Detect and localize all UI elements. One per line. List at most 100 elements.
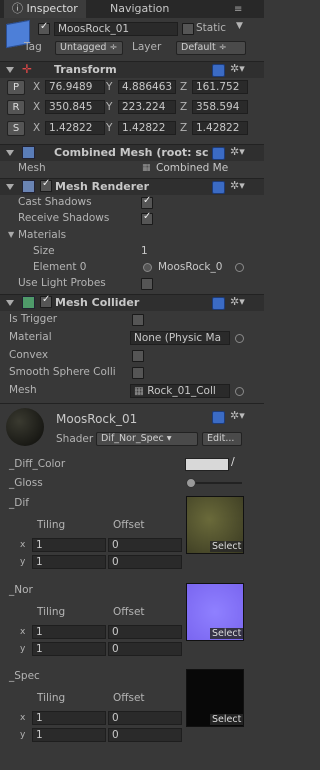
- gloss-slider-track[interactable]: [190, 482, 242, 484]
- spec-tiling-y-field[interactable]: 1: [32, 728, 106, 742]
- smooth-sphere-checkbox[interactable]: [132, 367, 144, 379]
- convex-checkbox[interactable]: [132, 350, 144, 362]
- nor-offset-x-field[interactable]: 0: [108, 625, 182, 639]
- tab-inspector[interactable]: ⓘ Inspector: [4, 0, 86, 18]
- scale-x-label: X: [33, 122, 41, 134]
- combined-mesh-value[interactable]: Combined Me: [156, 161, 236, 175]
- tab-navigation[interactable]: Navigation: [102, 0, 177, 18]
- gear-icon[interactable]: ✲▾: [230, 146, 245, 158]
- mesh-renderer-foldout-arrow-icon[interactable]: [6, 184, 14, 190]
- nor-tiling-y-field[interactable]: 1: [32, 642, 106, 656]
- physic-material-field[interactable]: None (Physic Ma: [130, 331, 230, 345]
- tab-menu-icon[interactable]: ≡: [234, 4, 242, 15]
- help-book-icon[interactable]: [212, 297, 225, 310]
- object-picker-icon[interactable]: [235, 263, 244, 272]
- is-trigger-checkbox[interactable]: [132, 314, 144, 326]
- mesh-collider-icon: [22, 296, 35, 309]
- help-book-icon[interactable]: [212, 64, 225, 77]
- light-probes-checkbox[interactable]: [141, 278, 153, 290]
- mesh-collider-foldout-arrow-icon[interactable]: [6, 300, 14, 306]
- material-name: MoosRock_01: [56, 412, 138, 426]
- scale-button[interactable]: S: [7, 121, 25, 136]
- rot-y-field[interactable]: 223.224: [118, 100, 176, 114]
- dif-select-button[interactable]: Select: [210, 541, 244, 552]
- pos-z-field[interactable]: 161.752: [192, 80, 248, 94]
- nor-offset-label: Offset: [113, 606, 145, 618]
- materials-label: Materials: [18, 229, 67, 241]
- pos-x-field[interactable]: 76.9489: [45, 80, 105, 94]
- spec-tiling-label: Tiling: [37, 692, 66, 704]
- spec-select-button[interactable]: Select: [210, 714, 244, 725]
- combined-mesh-mesh-label: Mesh: [18, 162, 46, 174]
- object-picker-icon[interactable]: [235, 334, 244, 343]
- shader-dropdown[interactable]: Dif_Nor_Spec ▾: [96, 432, 198, 446]
- dif-texture-label: _Dif: [9, 497, 29, 509]
- help-book-icon[interactable]: [212, 411, 225, 424]
- static-dropdown-arrow-icon[interactable]: ▼: [236, 21, 243, 31]
- materials-size-value[interactable]: 1: [141, 244, 148, 258]
- gear-icon[interactable]: ✲▾: [230, 296, 245, 308]
- nor-tiling-x-field[interactable]: 1: [32, 625, 106, 639]
- pos-x-label: X: [33, 81, 41, 93]
- position-button[interactable]: P: [7, 80, 25, 95]
- receive-shadows-checkbox[interactable]: [141, 211, 153, 225]
- info-icon: ⓘ: [12, 2, 27, 15]
- diff-color-swatch[interactable]: [185, 458, 229, 471]
- eyedropper-icon[interactable]: ∕: [231, 455, 235, 468]
- rot-x-label: X: [33, 101, 41, 113]
- mesh-renderer-enabled-checkbox[interactable]: [40, 178, 52, 192]
- rot-y-label: Y: [106, 101, 113, 113]
- mesh-grid-icon: ▦: [134, 385, 148, 397]
- transform-foldout-arrow-icon[interactable]: [6, 67, 14, 73]
- layer-dropdown[interactable]: Default ÷: [176, 41, 246, 55]
- edit-shader-button[interactable]: Edit...: [202, 432, 242, 446]
- gear-icon[interactable]: ✲▾: [230, 63, 245, 75]
- dif-offset-x-field[interactable]: 0: [108, 538, 182, 552]
- spec-texture-label: _Spec: [9, 670, 40, 682]
- scale-z-field[interactable]: 1.42822: [192, 121, 248, 135]
- dif-offset-y-field[interactable]: 0: [108, 555, 182, 569]
- collider-mesh-label: Mesh: [9, 384, 37, 396]
- collider-mesh-field[interactable]: ▦ Rock_01_Coll: [130, 384, 230, 398]
- spec-offset-y-field[interactable]: 0: [108, 728, 182, 742]
- element0-value[interactable]: MoosRock_0: [158, 260, 230, 274]
- nor-select-button[interactable]: Select: [210, 628, 244, 639]
- element0-label: Element 0: [33, 261, 87, 273]
- script-icon: [22, 146, 35, 159]
- spec-offset-x-field[interactable]: 0: [108, 711, 182, 725]
- convex-label: Convex: [9, 349, 49, 361]
- help-book-icon[interactable]: [212, 181, 225, 194]
- dif-tiling-y-field[interactable]: 1: [32, 555, 106, 569]
- nor-offset-y-field[interactable]: 0: [108, 642, 182, 656]
- tag-dropdown[interactable]: Untagged ÷: [55, 41, 123, 55]
- rot-x-field[interactable]: 350.845: [45, 100, 105, 114]
- combined-mesh-foldout-arrow-icon[interactable]: [6, 150, 14, 156]
- object-name-field[interactable]: MoosRock_01: [54, 22, 178, 36]
- pos-z-label: Z: [180, 81, 188, 93]
- gear-icon[interactable]: ✲▾: [230, 410, 245, 422]
- scale-x-field[interactable]: 1.42822: [45, 121, 105, 135]
- dif-tiling-label: Tiling: [37, 519, 66, 531]
- help-book-icon[interactable]: [212, 147, 225, 160]
- mesh-collider-enabled-checkbox[interactable]: [40, 294, 52, 308]
- pos-y-field[interactable]: 4.886463: [118, 80, 176, 94]
- object-picker-icon[interactable]: [235, 387, 244, 396]
- nor-texture-label: _Nor: [9, 584, 33, 596]
- mesh-renderer-title: Mesh Renderer: [55, 180, 150, 193]
- scale-y-field[interactable]: 1.42822: [118, 121, 176, 135]
- rotation-button[interactable]: R: [7, 100, 25, 115]
- shader-label: Shader: [56, 433, 94, 445]
- rot-z-field[interactable]: 358.594: [192, 100, 248, 114]
- active-checkbox[interactable]: [38, 21, 50, 35]
- gear-icon[interactable]: ✲▾: [230, 180, 245, 192]
- spec-tiling-x-field[interactable]: 1: [32, 711, 106, 725]
- dif-tiling-x-field[interactable]: 1: [32, 538, 106, 552]
- materials-foldout-arrow-icon[interactable]: ▼: [8, 230, 14, 239]
- spec-x-label: x: [20, 713, 26, 723]
- static-checkbox[interactable]: [182, 23, 194, 35]
- gloss-slider-thumb[interactable]: [186, 478, 196, 488]
- tag-label: Tag: [24, 41, 42, 53]
- cast-shadows-checkbox[interactable]: [141, 195, 153, 209]
- scale-y-label: Y: [106, 122, 113, 134]
- layer-label: Layer: [132, 41, 162, 53]
